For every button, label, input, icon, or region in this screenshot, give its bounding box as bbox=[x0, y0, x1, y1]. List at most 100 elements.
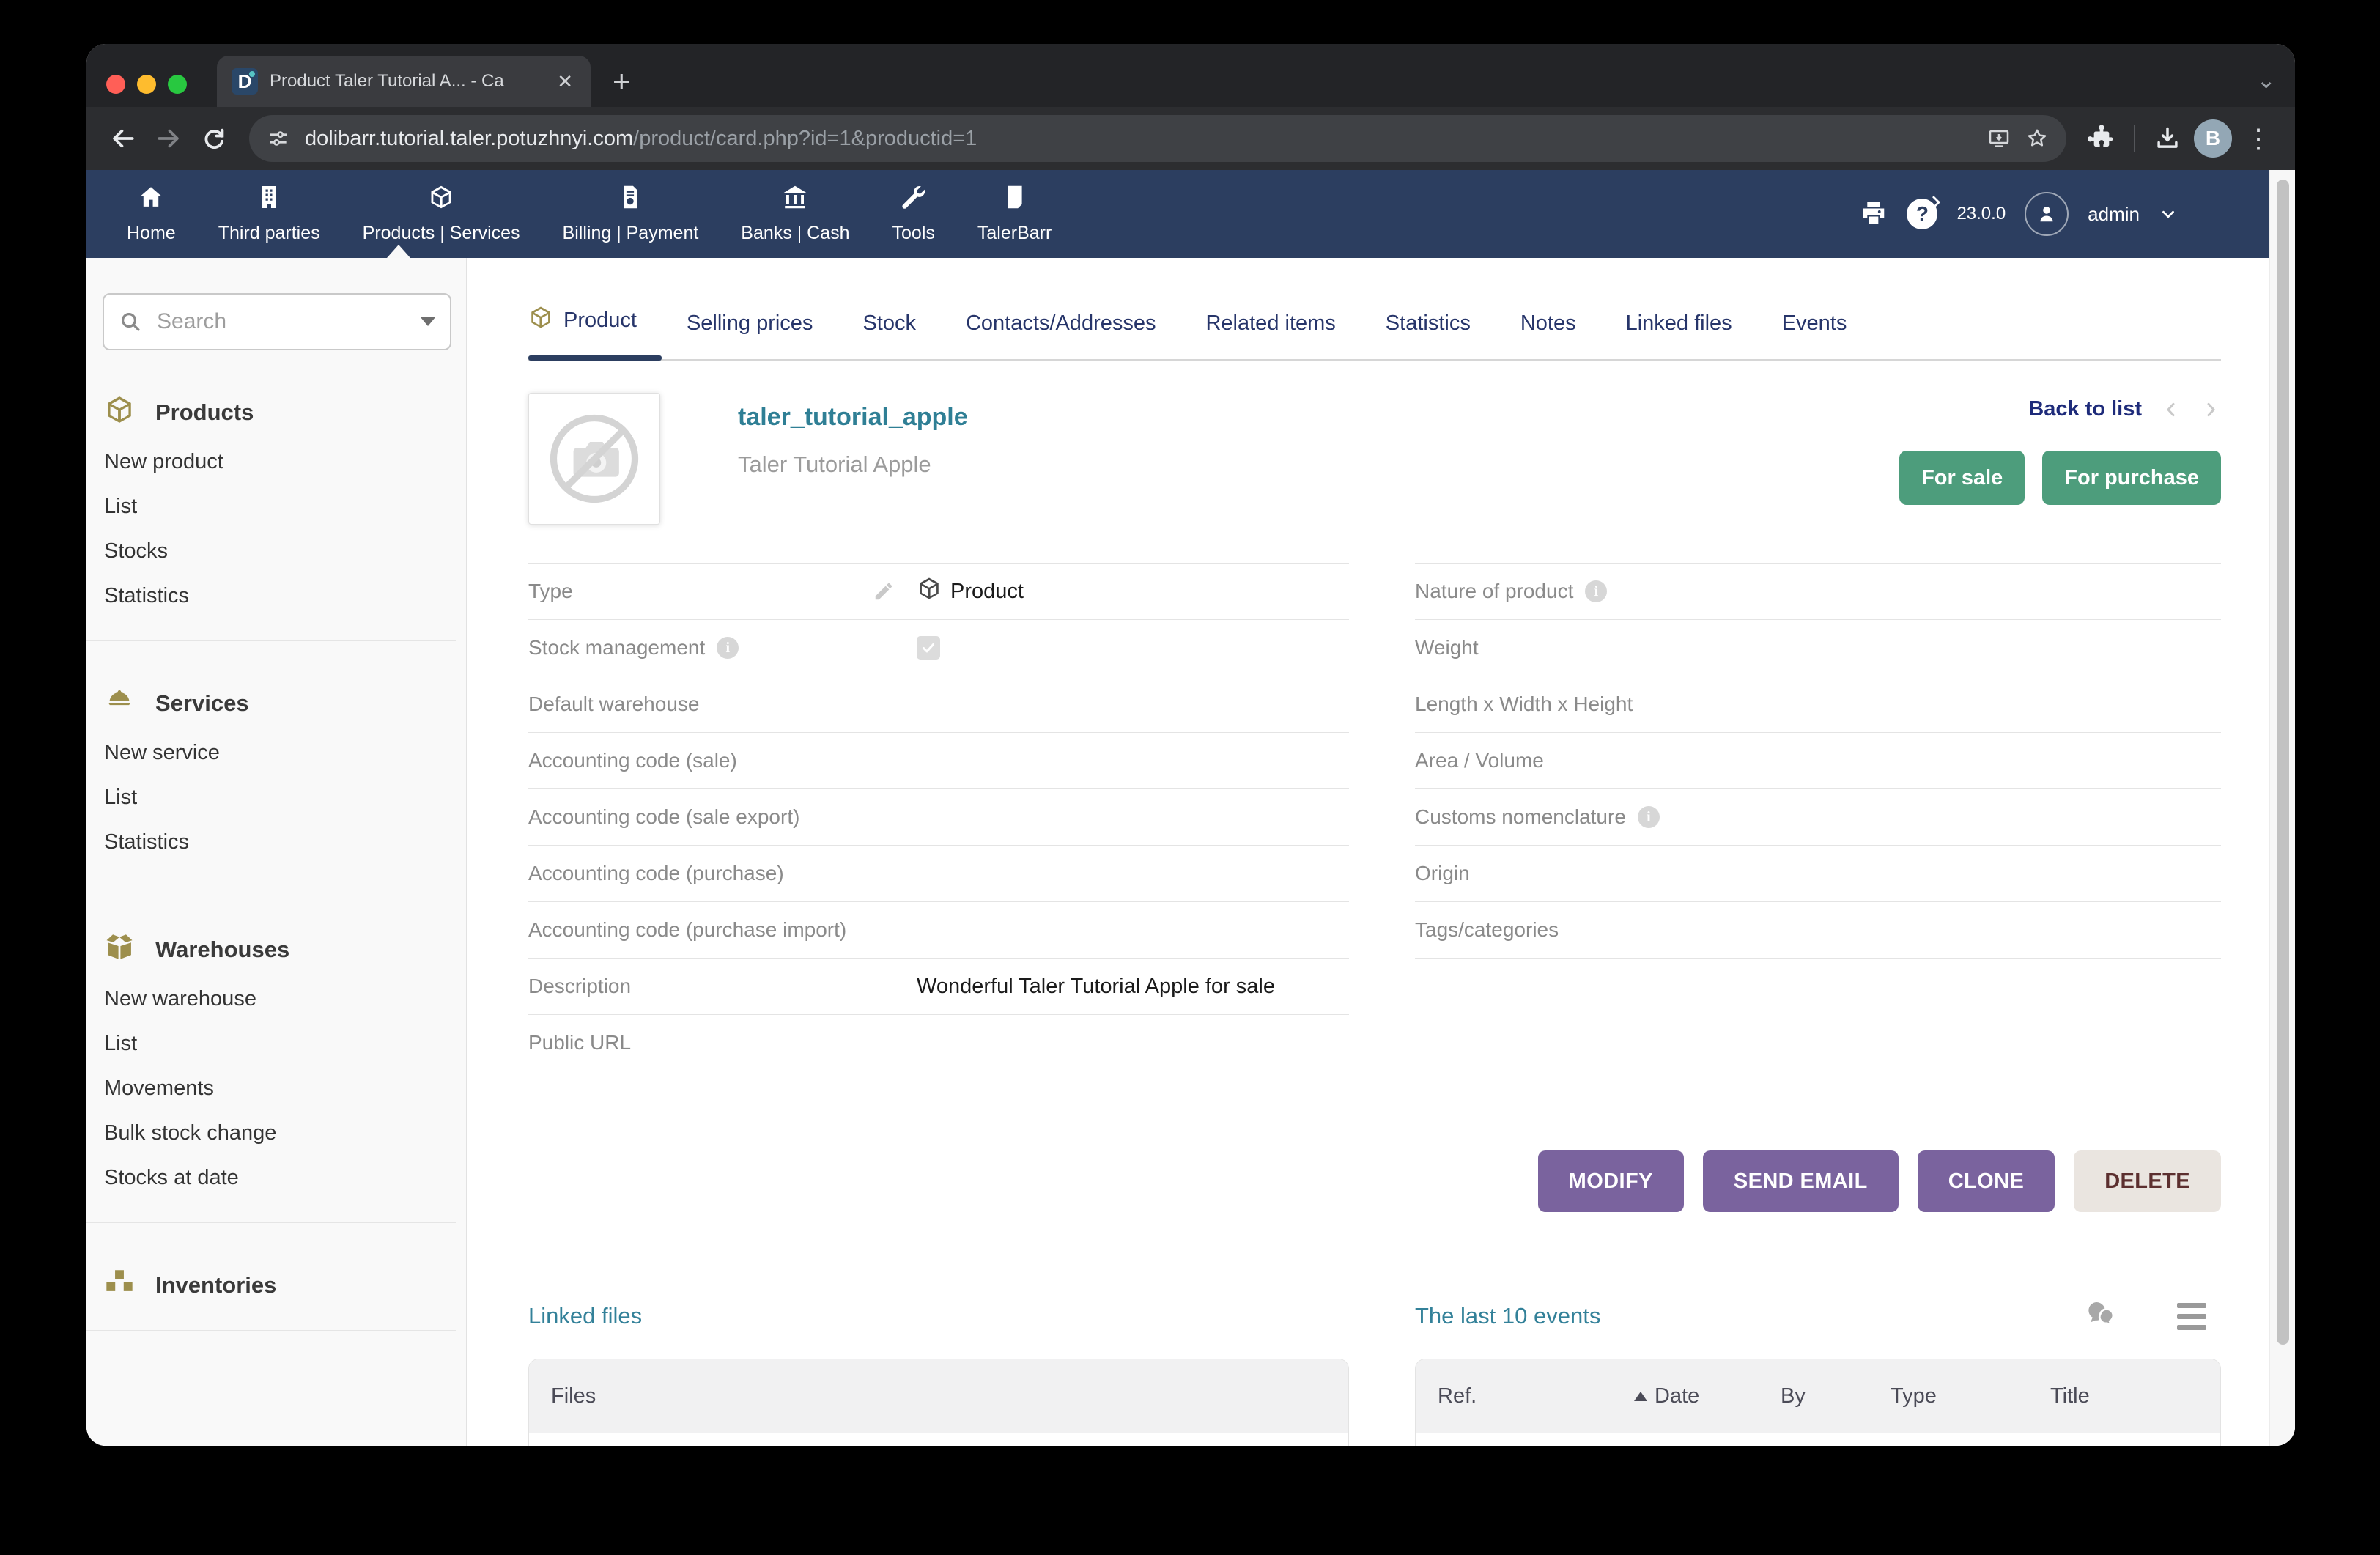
browser-menu-icon[interactable]: ⋮ bbox=[2239, 123, 2277, 154]
user-menu-chevron-icon[interactable] bbox=[2159, 204, 2178, 224]
events-column-by[interactable]: By bbox=[1781, 1384, 1891, 1408]
tab-close-icon[interactable]: ✕ bbox=[554, 70, 576, 93]
events-column-date[interactable]: Date bbox=[1634, 1384, 1781, 1408]
sidebar-item-statistics[interactable]: Statistics bbox=[86, 820, 456, 865]
sidebar-item-list[interactable]: List bbox=[86, 484, 456, 529]
list-view-icon[interactable] bbox=[2177, 1303, 2206, 1330]
field-row-tags-categories: Tags/categories bbox=[1415, 902, 2221, 959]
scrollbar-thumb[interactable] bbox=[2277, 180, 2289, 1345]
sidebar-section-title-products[interactable]: Products bbox=[86, 394, 456, 431]
sidebar-section-title-services[interactable]: Services bbox=[86, 685, 456, 722]
product-fields-right: Nature of productWeightLength x Width x … bbox=[1415, 563, 2221, 959]
messages-icon[interactable] bbox=[2083, 1297, 2118, 1336]
field-row-description: DescriptionWonderful Taler Tutorial Appl… bbox=[528, 959, 1349, 1015]
print-icon[interactable] bbox=[1860, 199, 1888, 230]
downloads-icon[interactable] bbox=[2148, 119, 2187, 158]
extensions-icon[interactable] bbox=[2082, 119, 2121, 158]
sidebar-section-warehouses: Warehouses New warehouseListMovementsBulk… bbox=[86, 931, 456, 1223]
product-fields-left: TypeProductStock managementDefault wareh… bbox=[528, 563, 1349, 1071]
sidebar-item-new-warehouse[interactable]: New warehouse bbox=[86, 977, 456, 1022]
tab-product[interactable]: Product bbox=[528, 305, 662, 359]
forward-button[interactable] bbox=[149, 119, 188, 158]
sidebar-item-list[interactable]: List bbox=[86, 775, 456, 820]
user-avatar-icon[interactable] bbox=[2025, 192, 2069, 236]
minimize-window-button[interactable] bbox=[137, 75, 156, 94]
tab-events[interactable]: Events bbox=[1757, 311, 1872, 359]
nav-item-third-parties[interactable]: Third parties bbox=[197, 184, 341, 244]
cloche-icon bbox=[104, 685, 135, 722]
previous-record-icon[interactable] bbox=[2161, 399, 2181, 420]
tab-label: Stock bbox=[862, 311, 916, 335]
events-column-type[interactable]: Type bbox=[1891, 1384, 2050, 1408]
tab-related-items[interactable]: Related items bbox=[1180, 311, 1360, 359]
sidebar-item-new-service[interactable]: New service bbox=[86, 731, 456, 775]
files-table-empty: None bbox=[529, 1433, 1348, 1446]
tab-label: Contacts/Addresses bbox=[966, 311, 1156, 335]
site-settings-icon[interactable] bbox=[267, 127, 290, 150]
field-row-default-warehouse: Default warehouse bbox=[528, 676, 1349, 733]
sidebar-item-stocks-at-date[interactable]: Stocks at date bbox=[86, 1156, 456, 1200]
nav-item-billing-payment[interactable]: Billing | Payment bbox=[542, 184, 720, 244]
tab-contacts-addresses[interactable]: Contacts/Addresses bbox=[941, 311, 1181, 359]
reload-button[interactable] bbox=[195, 119, 233, 158]
clone-button[interactable]: CLONE bbox=[1918, 1150, 2055, 1212]
page-content: HomeThird partiesProducts | ServicesBill… bbox=[86, 170, 2295, 1446]
delete-button[interactable]: DELETE bbox=[2074, 1150, 2221, 1212]
field-row-accounting-code-sale: Accounting code (sale) bbox=[528, 733, 1349, 789]
field-row-customs-nomenclature: Customs nomenclature bbox=[1415, 789, 2221, 846]
sidebar-item-stocks[interactable]: Stocks bbox=[86, 529, 456, 574]
tab-selling-prices[interactable]: Selling prices bbox=[662, 311, 838, 359]
tab-label: Product bbox=[563, 309, 637, 333]
url-bar[interactable]: dolibarr.tutorial.taler.potuzhnyi.com/pr… bbox=[249, 115, 2066, 162]
next-record-icon[interactable] bbox=[2200, 399, 2221, 420]
info-icon[interactable] bbox=[717, 637, 739, 659]
sidebar-section-title-warehouses[interactable]: Warehouses bbox=[86, 931, 456, 968]
info-icon[interactable] bbox=[1638, 806, 1660, 828]
info-icon[interactable] bbox=[1585, 580, 1607, 602]
profile-avatar[interactable]: B bbox=[2194, 119, 2232, 158]
sidebar-item-bulk-stock-change[interactable]: Bulk stock change bbox=[86, 1111, 456, 1156]
nav-item-talerbarr[interactable]: TalerBarr bbox=[956, 184, 1073, 244]
field-row-weight: Weight bbox=[1415, 620, 2221, 676]
events-card: Ref.DateByTypeTitle None bbox=[1415, 1359, 2221, 1446]
field-row-stock-management: Stock management bbox=[528, 620, 1349, 676]
product-header: taler_tutorial_apple Taler Tutorial Appl… bbox=[528, 393, 2221, 548]
tab-search-chevron-icon[interactable]: ⌄ bbox=[2256, 66, 2276, 94]
sidebar-item-list[interactable]: List bbox=[86, 1022, 456, 1066]
product-ref[interactable]: taler_tutorial_apple bbox=[738, 403, 968, 432]
nav-item-banks-cash[interactable]: Banks | Cash bbox=[720, 184, 871, 244]
maximize-window-button[interactable] bbox=[168, 75, 187, 94]
nav-item-products-services[interactable]: Products | Services bbox=[341, 184, 542, 244]
sidebar-item-statistics[interactable]: Statistics bbox=[86, 574, 456, 618]
version-number: 23.0.0 bbox=[1956, 204, 2006, 224]
back-button[interactable] bbox=[104, 119, 142, 158]
bookmark-star-icon[interactable] bbox=[2025, 127, 2049, 150]
close-window-button[interactable] bbox=[106, 75, 125, 94]
sidebar-search[interactable] bbox=[103, 293, 451, 350]
tab-notes[interactable]: Notes bbox=[1496, 311, 1601, 359]
scrollbar-track[interactable] bbox=[2269, 170, 2295, 1446]
sidebar-item-movements[interactable]: Movements bbox=[86, 1066, 456, 1111]
nav-item-tools[interactable]: Tools bbox=[871, 184, 956, 244]
tab-label: Notes bbox=[1520, 311, 1576, 335]
tab-linked-files[interactable]: Linked files bbox=[1601, 311, 1757, 359]
tab-stock[interactable]: Stock bbox=[838, 311, 941, 359]
username-label[interactable]: admin bbox=[2088, 203, 2140, 226]
modify-button[interactable]: MODIFY bbox=[1538, 1150, 1684, 1212]
events-column-title[interactable]: Title bbox=[2050, 1384, 2090, 1408]
events-column-ref[interactable]: Ref. bbox=[1438, 1384, 1634, 1408]
sidebar-section-title-inventories[interactable]: Inventories bbox=[86, 1267, 456, 1304]
install-page-icon[interactable] bbox=[1987, 127, 2011, 150]
back-to-list-link[interactable]: Back to list bbox=[2028, 397, 2142, 421]
help-icon[interactable] bbox=[1907, 199, 1937, 229]
nav-item-home[interactable]: Home bbox=[106, 184, 197, 244]
tab-statistics[interactable]: Statistics bbox=[1361, 311, 1496, 359]
edit-pencil-icon[interactable] bbox=[873, 580, 917, 602]
search-input[interactable] bbox=[155, 309, 407, 335]
new-tab-button[interactable]: + bbox=[613, 66, 631, 97]
send-email-button[interactable]: SEND EMAIL bbox=[1703, 1150, 1899, 1212]
search-dropdown-icon[interactable] bbox=[421, 317, 435, 326]
sidebar-item-new-product[interactable]: New product bbox=[86, 440, 456, 484]
browser-tab[interactable]: D Product Taler Tutorial A... - Ca ✕ bbox=[217, 56, 591, 107]
status-badge-for-sale: For sale bbox=[1899, 451, 2025, 505]
